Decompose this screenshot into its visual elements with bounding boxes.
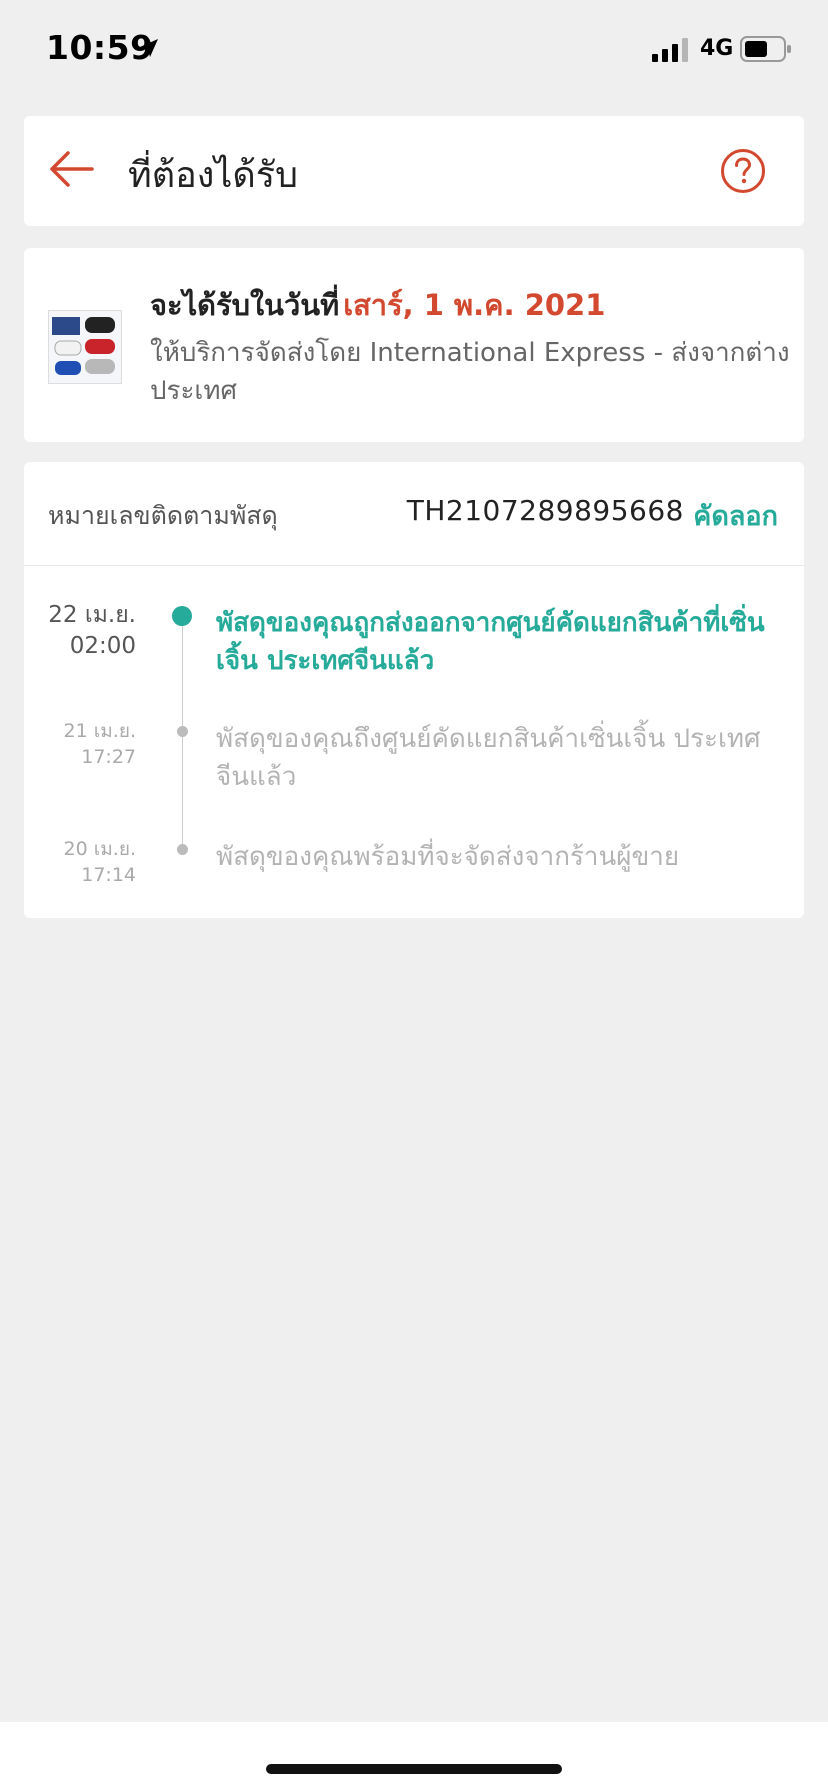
cellular-signal-icon [652, 38, 688, 62]
tracking-number: TH2107289895668 [406, 494, 684, 527]
network-type: 4G [700, 36, 734, 61]
tracking-card: หมายเลขติดตามพัสดุ TH2107289895668 คัดลอ… [24, 462, 804, 918]
timeline-dot-active [172, 606, 192, 626]
timeline-text: พัสดุของคุณถึงศูนย์คัดแยกสินค้าเซิ่นเจิ้… [216, 724, 761, 792]
timeline-time: 17:14 [81, 864, 136, 886]
location-arrow-icon [140, 39, 158, 57]
eta-label: จะได้รับในวันที่ [150, 288, 340, 322]
timeline-dot [177, 844, 188, 855]
header-bar: ที่ต้องได้รับ [24, 116, 804, 226]
shipping-service: ให้บริการจัดส่งโดย International Express… [150, 338, 790, 406]
status-bar: 10:59 4G [0, 0, 828, 100]
timeline-date: 22 เม.ย. [48, 602, 136, 628]
product-thumbnail [48, 310, 122, 384]
estimated-delivery: จะได้รับในวันที่ เสาร์, 1 พ.ค. 2021 [150, 282, 605, 328]
tracking-number-row: หมายเลขติดตามพัสดุ TH2107289895668 คัดลอ… [24, 462, 804, 566]
eta-date: เสาร์, 1 พ.ค. 2021 [343, 288, 606, 322]
timeline-text: พัสดุของคุณถูกส่งออกจากศูนย์คัดแยกสินค้า… [216, 608, 765, 676]
timeline-datetime: 22 เม.ย. 02:00 [24, 600, 136, 662]
delivery-card: จะได้รับในวันที่ เสาร์, 1 พ.ค. 2021 ให้บร… [24, 248, 804, 442]
page-title: ที่ต้องได้รับ [128, 155, 298, 196]
timeline-dot [177, 726, 188, 737]
timeline-date: 21 เม.ย. [63, 720, 136, 742]
timeline-date: 20 เม.ย. [63, 838, 136, 860]
game-controller-icon [52, 317, 115, 375]
tracking-number-label: หมายเลขติดตามพัสดุ [48, 501, 278, 530]
timeline-time: 17:27 [81, 746, 136, 768]
copy-button[interactable]: คัดลอก [693, 494, 778, 537]
timeline-datetime: 21 เม.ย. 17:27 [24, 718, 136, 770]
timeline-datetime: 20 เม.ย. 17:14 [24, 836, 136, 888]
question-circle-icon[interactable] [720, 148, 766, 194]
battery-icon [740, 36, 791, 62]
timeline-time: 02:00 [69, 633, 136, 659]
bottom-safe-area [0, 1722, 828, 1792]
arrow-left-icon[interactable] [48, 149, 94, 189]
home-indicator[interactable] [266, 1764, 562, 1774]
timeline-text: พัสดุของคุณพร้อมที่จะจัดส่งจากร้านผู้ขาย [216, 842, 680, 872]
